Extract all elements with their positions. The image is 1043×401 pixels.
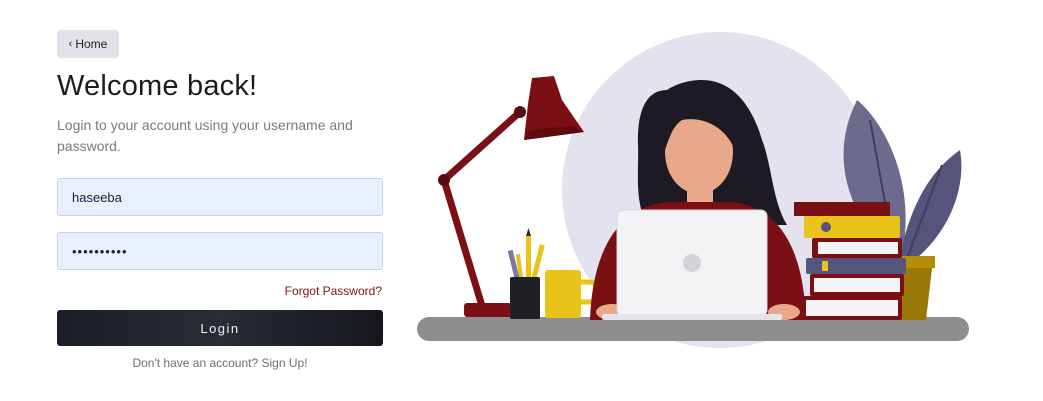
username-input[interactable] [57, 178, 383, 216]
laptop-icon [602, 209, 782, 320]
page-title: Welcome back! [57, 70, 258, 102]
password-input[interactable] [57, 232, 383, 270]
home-button[interactable]: ‹ Home [57, 30, 119, 58]
page-subtitle: Login to your account using your usernam… [57, 117, 353, 154]
book-stack-icon [794, 202, 906, 320]
pencil-cup-icon [507, 228, 545, 319]
desk-surface [417, 317, 969, 341]
login-button[interactable]: Login [57, 310, 383, 346]
woman-at-desk-illustration [417, 32, 969, 348]
signup-link[interactable]: Don't have an account? Sign Up! [57, 356, 383, 370]
forgot-password-link[interactable]: Forgot Password? [285, 284, 382, 298]
chevron-left-icon: ‹ [68, 37, 73, 50]
home-label: Home [75, 37, 108, 51]
